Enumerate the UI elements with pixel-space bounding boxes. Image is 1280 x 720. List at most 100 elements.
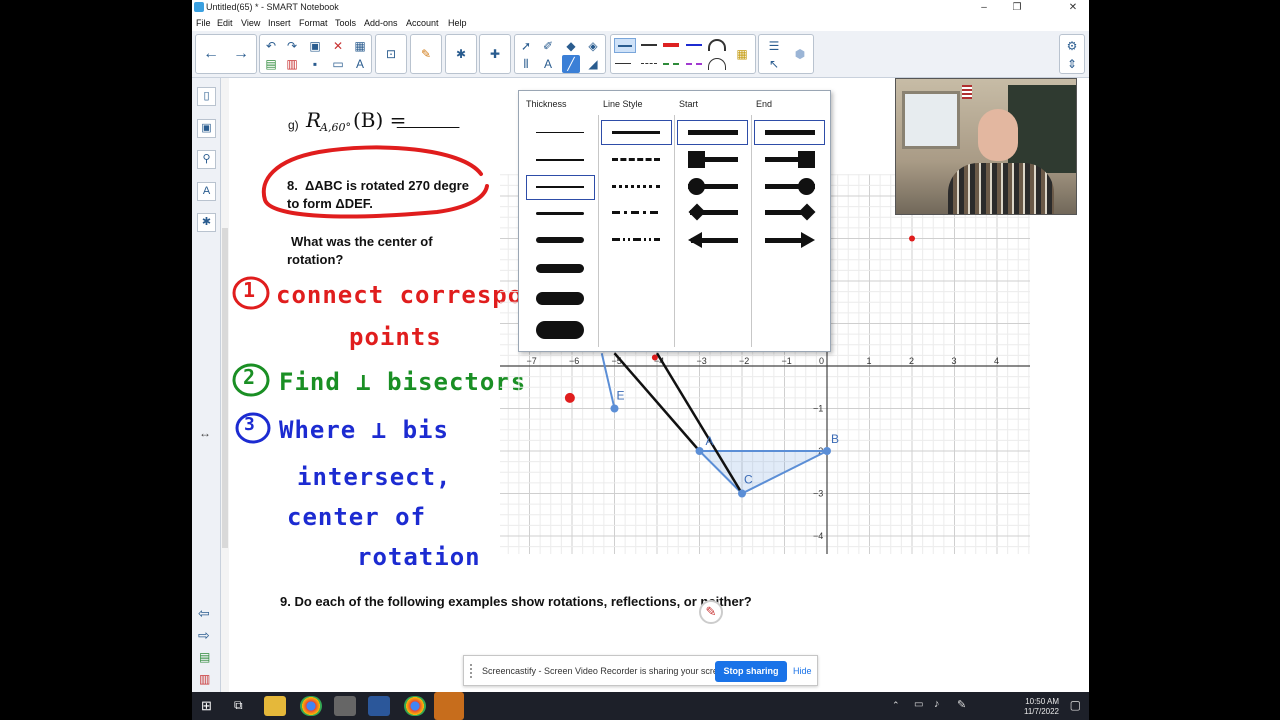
line-style-thin-arc[interactable] xyxy=(708,58,726,70)
chrome-icon[interactable] xyxy=(300,696,322,716)
line-style-arrow[interactable] xyxy=(641,44,657,46)
start-diamond-head[interactable] xyxy=(688,203,706,221)
windows-start-icon[interactable]: ⊞ xyxy=(201,698,212,714)
addon-icon[interactable]: ✱ xyxy=(452,45,470,63)
start-square-head[interactable] xyxy=(688,151,705,168)
hide-button[interactable]: Hide xyxy=(793,666,812,676)
minimize-button[interactable]: – xyxy=(969,0,999,15)
tray-chevron-icon[interactable]: ⌃ xyxy=(892,700,900,711)
thickness-option-4[interactable] xyxy=(536,212,584,215)
line-style-selected[interactable] xyxy=(614,38,636,53)
thickness-option-2[interactable] xyxy=(536,159,584,161)
screen-shade-icon[interactable]: ▭ xyxy=(329,55,347,73)
thickness-option-8[interactable] xyxy=(536,321,584,339)
menu-view[interactable]: View xyxy=(241,18,260,28)
thickness-option-6[interactable] xyxy=(536,264,584,273)
end-square-head[interactable] xyxy=(798,151,815,168)
undo-icon[interactable]: ↶ xyxy=(262,37,280,55)
resize-sidebar-icon[interactable]: ↔ xyxy=(199,426,211,440)
puzzle-icon[interactable]: ✚ xyxy=(486,45,504,63)
end-circle-head[interactable] xyxy=(798,178,815,195)
task-view-icon[interactable]: ⧉ xyxy=(234,698,243,713)
save-icon[interactable]: ▪ xyxy=(306,55,324,73)
page-back-arrow-icon[interactable]: ⇦ xyxy=(198,605,210,622)
line-style-dashed[interactable] xyxy=(641,63,657,64)
line-properties-dropdown-icon[interactable]: ↖ xyxy=(765,55,783,73)
thickness-option-3[interactable] xyxy=(536,186,584,188)
add-page-side-icon[interactable]: ▤ xyxy=(199,650,210,664)
menu-tools[interactable]: Tools xyxy=(335,18,356,28)
page-forward-arrow-icon[interactable]: ⇨ xyxy=(198,627,210,644)
transparency-icon[interactable]: ⬢ xyxy=(791,45,809,63)
text-tool-icon[interactable]: A xyxy=(539,55,557,73)
end-arrow-line[interactable] xyxy=(765,238,803,243)
delete-page-icon[interactable]: ▥ xyxy=(283,55,301,73)
notifications-icon[interactable]: ▢ xyxy=(1070,698,1081,712)
line-style-dash[interactable] xyxy=(612,158,660,161)
screen-capture-icon[interactable]: ⊡ xyxy=(382,45,400,63)
file-explorer-icon[interactable] xyxy=(264,696,286,716)
drag-handle[interactable] xyxy=(470,664,474,678)
properties-icon[interactable]: A xyxy=(197,182,216,201)
measure-icon[interactable]: ⦀ xyxy=(517,55,535,73)
line-style-red-thick[interactable] xyxy=(663,43,679,47)
chrome-profile-icon[interactable] xyxy=(404,696,426,716)
menu-insert[interactable]: Insert xyxy=(268,18,291,28)
line-tool-icon[interactable]: ╱ xyxy=(562,55,580,73)
start-arrow-head[interactable] xyxy=(688,232,702,248)
add-page-icon[interactable]: ▤ xyxy=(262,55,280,73)
attachments-icon[interactable]: ⚲ xyxy=(197,150,216,169)
redo-icon[interactable]: ↷ xyxy=(283,37,301,55)
gear-icon[interactable]: ⚙ xyxy=(1063,37,1081,55)
line-style-thin-arrow[interactable] xyxy=(615,63,631,64)
end-none[interactable] xyxy=(765,130,815,135)
text-icon[interactable]: A xyxy=(351,55,369,73)
menu-help[interactable]: Help xyxy=(448,18,467,28)
back-arrow-icon[interactable]: ← xyxy=(202,45,220,63)
table-icon[interactable]: ▦ xyxy=(351,37,369,55)
tray-network-icon[interactable]: ▭ xyxy=(914,699,923,710)
pen-icon[interactable]: ✐ xyxy=(539,37,557,55)
menu-edit[interactable]: Edit xyxy=(217,18,233,28)
tray-clock[interactable]: 10:50 AM 11/7/2022 xyxy=(1024,697,1059,717)
eraser-icon[interactable]: ◢ xyxy=(584,55,602,73)
line-style-arc[interactable] xyxy=(708,39,726,51)
gallery-icon[interactable]: ▣ xyxy=(197,119,216,138)
color-palette-icon[interactable]: ▦ xyxy=(733,45,751,63)
line-style-green-dashed[interactable] xyxy=(663,63,679,65)
menu-addons[interactable]: Add-ons xyxy=(364,18,398,28)
paste-icon[interactable]: ▣ xyxy=(306,37,324,55)
smart-notebook-task-icon[interactable] xyxy=(434,692,464,720)
lesson-activity-icon[interactable]: ✎ xyxy=(417,45,435,63)
toolbar-position-icon[interactable]: ⇕ xyxy=(1063,55,1081,73)
scroll-thumb[interactable] xyxy=(222,228,228,548)
menu-format[interactable]: Format xyxy=(299,18,328,28)
delete-icon[interactable]: ✕ xyxy=(329,37,347,55)
tray-volume-icon[interactable]: ♪ xyxy=(934,698,940,710)
start-circle-head[interactable] xyxy=(688,178,705,195)
addons-tab-icon[interactable]: ✱ xyxy=(197,213,216,232)
menu-file[interactable]: File xyxy=(196,18,211,28)
select-arrow-icon[interactable]: ➚ xyxy=(517,37,535,55)
forward-arrow-icon[interactable]: → xyxy=(232,45,250,63)
page-scrollbar[interactable] xyxy=(221,78,229,692)
line-style-blue-dot[interactable] xyxy=(686,44,702,46)
page-sorter-icon[interactable]: ▯ xyxy=(197,87,216,106)
line-properties-icon[interactable]: ☰ xyxy=(765,37,783,55)
end-diamond-head[interactable] xyxy=(798,203,816,221)
delete-page-side-icon[interactable]: ▥ xyxy=(199,672,210,686)
app-icon-3[interactable] xyxy=(334,696,356,716)
tray-pen-icon[interactable]: ✎ xyxy=(957,698,966,711)
start-none[interactable] xyxy=(688,130,738,135)
fill-icon[interactable]: ◈ xyxy=(584,37,602,55)
line-style-purple-dashed[interactable] xyxy=(686,63,702,65)
thickness-option-1[interactable] xyxy=(536,132,584,133)
thickness-option-5[interactable] xyxy=(536,237,584,243)
line-style-dot[interactable] xyxy=(612,185,660,188)
thickness-option-7[interactable] xyxy=(536,292,584,305)
stop-sharing-button[interactable]: Stop sharing xyxy=(715,661,787,682)
menu-account[interactable]: Account xyxy=(406,18,439,28)
maximize-button[interactable]: ❐ xyxy=(1002,0,1032,15)
close-button[interactable]: ✕ xyxy=(1058,0,1088,15)
line-style-dash-dot[interactable] xyxy=(612,211,660,214)
